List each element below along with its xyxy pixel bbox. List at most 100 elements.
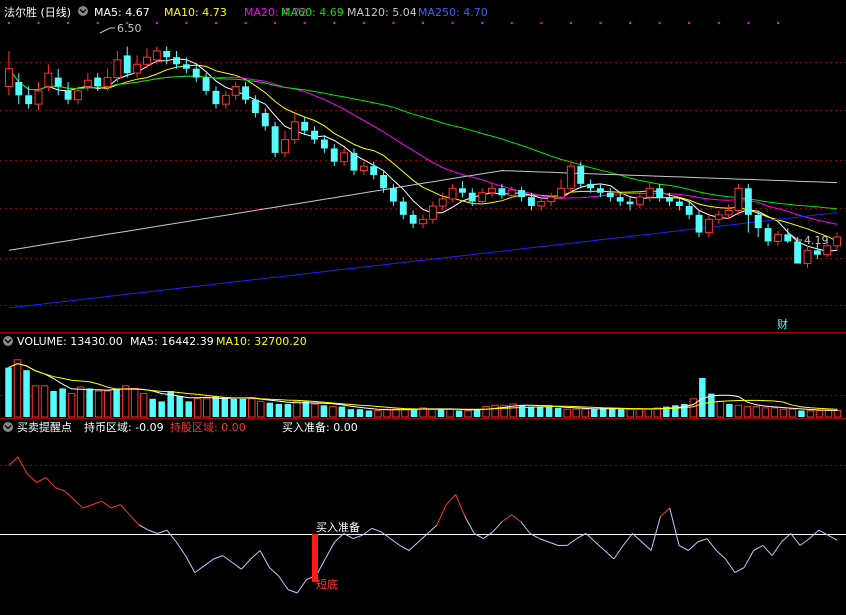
- event-dot: [422, 22, 424, 24]
- volume-bar: [139, 393, 148, 418]
- volume-bar: [13, 359, 22, 418]
- ma5-label: MA5: 4.67: [94, 6, 150, 19]
- volume-bar: [266, 402, 274, 417]
- indicator-name: 买卖提醒点: [17, 421, 72, 434]
- low-label: 4.19: [804, 234, 829, 247]
- volume-bar: [284, 404, 292, 417]
- volume-bar: [202, 398, 211, 418]
- candle-body: [597, 188, 604, 193]
- indicator-segment: [622, 533, 633, 546]
- volume-bar: [149, 398, 156, 417]
- indicator-segment: [157, 529, 168, 534]
- price-header: 法尔胜 (日线) MA5: 4.67 MA10: 4.73 MA20: 4.72…: [4, 5, 488, 19]
- indicator-segment: [129, 514, 140, 526]
- indicator-segment: [799, 538, 810, 546]
- candle-body: [202, 77, 210, 91]
- volume-bar: [185, 401, 192, 417]
- volume-collapse-icon[interactable]: [3, 336, 13, 346]
- indicator-segment: [706, 538, 717, 551]
- event-dot: [37, 22, 40, 24]
- candle-body: [635, 196, 644, 205]
- volume-bar: [726, 404, 733, 417]
- volume-bar: [40, 385, 49, 418]
- volume-bar: [356, 409, 364, 417]
- candle-body: [113, 59, 122, 79]
- volume-bar: [554, 407, 562, 417]
- indicator-segment: [259, 550, 270, 568]
- candle-body: [438, 198, 447, 207]
- volume-bar: [383, 408, 391, 418]
- finance-badge[interactable]: 财: [777, 317, 788, 331]
- volume-header: VOLUME: 13430.00 MA5: 16442.39 MA10: 327…: [3, 335, 307, 348]
- indicator-segment: [241, 558, 252, 570]
- event-dot: [451, 22, 454, 24]
- candle-body: [163, 51, 171, 58]
- volume-bar: [103, 390, 112, 418]
- candle-body: [290, 121, 299, 141]
- volume-bar: [365, 410, 373, 417]
- event-dot: [481, 22, 484, 24]
- event-dot: [244, 22, 247, 24]
- indicator-segment: [539, 538, 549, 543]
- candle-body: [656, 188, 664, 198]
- volume-bar: [50, 391, 57, 417]
- volume-bar: [5, 367, 12, 417]
- hold-coin-label: 持币区域: -0.09: [84, 420, 164, 434]
- indicator-segment: [120, 504, 131, 516]
- volume-bar: [329, 406, 337, 418]
- volume-bar: [644, 408, 653, 418]
- volume-bar: [437, 409, 445, 417]
- volume-bar: [455, 410, 463, 417]
- event-dot: [658, 22, 661, 24]
- indicator-segment: [203, 558, 214, 567]
- buy-prepare-text: 买入准备: [316, 520, 360, 534]
- volume-bar: [491, 404, 499, 418]
- volume-bar: [626, 408, 634, 418]
- volume-bar: [708, 393, 715, 417]
- indicator-segment: [427, 524, 438, 534]
- event-dot: [333, 22, 336, 24]
- ma20-line: [8, 68, 838, 225]
- event-dot: [96, 22, 99, 24]
- volume-bar: [788, 408, 797, 418]
- volume-bar: [230, 398, 238, 417]
- candle-body: [94, 77, 102, 87]
- volume-bar: [67, 393, 76, 418]
- candle-body: [320, 139, 328, 149]
- candle-body: [409, 214, 417, 224]
- candle-body: [626, 201, 634, 205]
- candle-body: [794, 241, 802, 264]
- event-dot: [747, 22, 750, 24]
- candle-body: [350, 152, 358, 171]
- indicator-segment: [613, 545, 624, 560]
- indicator-collapse-icon[interactable]: [3, 422, 13, 432]
- volume-bar: [527, 406, 535, 417]
- indicator-segment: [548, 541, 559, 546]
- volume-bar: [716, 400, 725, 418]
- candle-body: [143, 56, 151, 65]
- ma10-line: [8, 64, 838, 242]
- candle-body: [301, 121, 309, 131]
- event-dot: [717, 22, 720, 24]
- candle-body: [813, 250, 821, 255]
- candle-body: [73, 90, 82, 101]
- event-dot: [274, 22, 277, 24]
- indicator-segment: [26, 473, 37, 483]
- indicator-segment: [697, 538, 708, 543]
- volume-bar: [239, 398, 247, 417]
- volume-bar: [734, 404, 743, 418]
- volume-bar: [779, 408, 788, 418]
- volume-bar: [59, 388, 66, 417]
- candle-body: [44, 72, 53, 87]
- indicator-segment: [175, 541, 186, 556]
- volume-bar: [275, 404, 283, 417]
- collapse-icon[interactable]: [78, 6, 88, 16]
- candle-body: [724, 209, 733, 216]
- candle-body: [34, 90, 43, 105]
- volume-bar: [635, 408, 644, 418]
- candle-body: [587, 183, 595, 189]
- candle-body: [25, 95, 33, 105]
- bottom-text: 短底: [316, 577, 338, 591]
- indicator-segment: [762, 545, 773, 556]
- event-dot: [185, 22, 188, 24]
